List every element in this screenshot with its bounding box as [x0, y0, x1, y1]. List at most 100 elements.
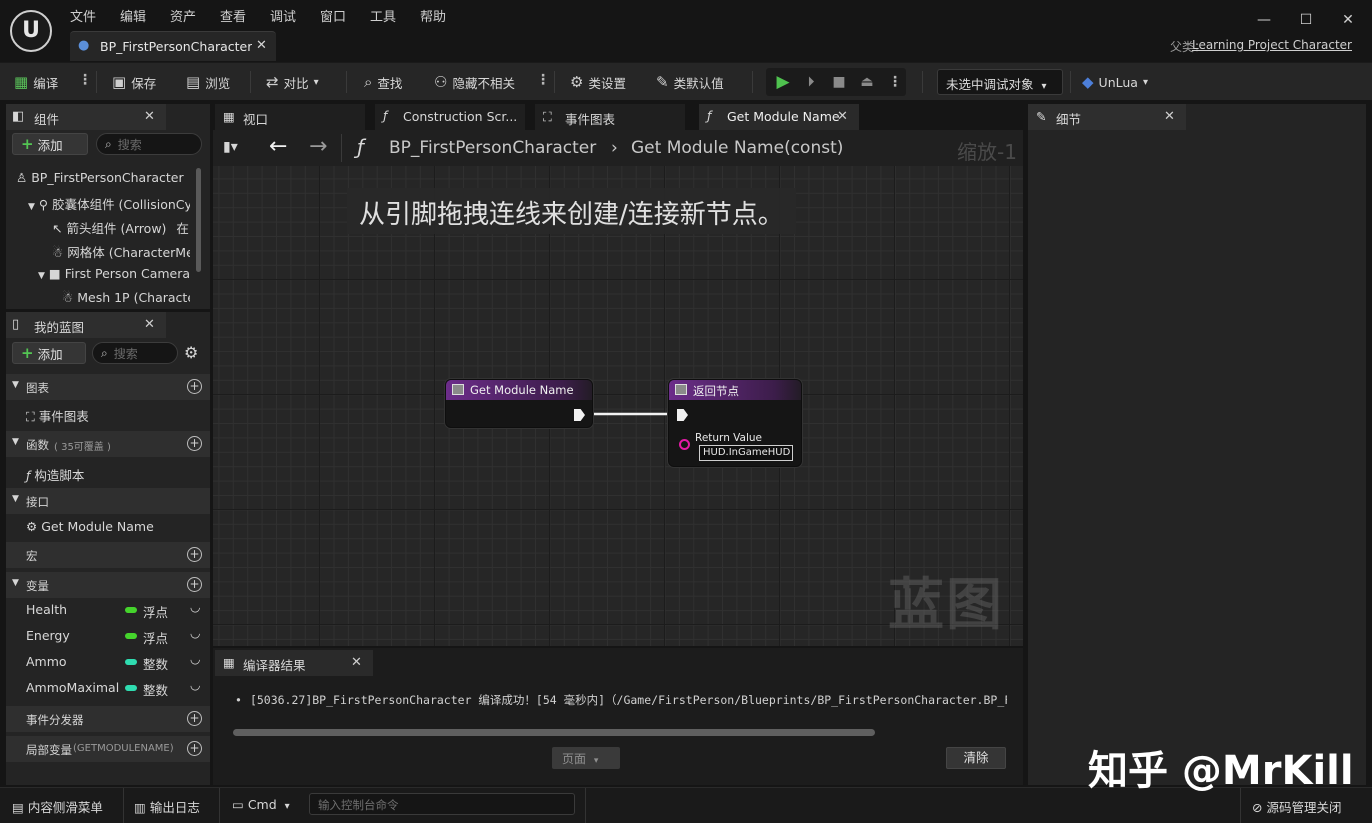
compiler-results-tab[interactable]: ▦ 编译器结果 ✕ [215, 650, 373, 676]
class-defaults-button[interactable]: ✎ 类默认值 [656, 72, 724, 92]
cmd-dropdown[interactable]: ▭ Cmd ▾ [232, 797, 290, 812]
details-tab[interactable]: ✎ 细节 ✕ [1028, 104, 1186, 130]
add-member-button[interactable]: + 添加 [12, 342, 86, 364]
document-tab[interactable]: ● BP_FirstPersonCharacter ✕ [70, 31, 276, 61]
compile-options-icon[interactable]: ⋮ [78, 72, 92, 88]
tree-item-camera[interactable]: ▼ ■ First Person Camera [38, 266, 190, 281]
variable-row[interactable]: Health 浮点 ◡ [26, 600, 206, 622]
component-search-input[interactable]: ⌕ 搜索 [96, 133, 202, 155]
section-event-dispatchers[interactable]: 事件分发器 + [6, 706, 210, 732]
gear-icon[interactable]: ⚙ [184, 343, 198, 362]
interface-item-get-module-name[interactable]: ⚙ Get Module Name [26, 519, 154, 534]
diff-button[interactable]: ⇄ 对比 ▾ [266, 72, 319, 92]
console-command-input[interactable]: 输入控制台命令 [309, 793, 575, 815]
visibility-eye-icon[interactable]: ◡ [190, 600, 200, 614]
bookmark-icon[interactable]: ▮▾ [223, 139, 238, 155]
page-dropdown[interactable]: 页面 ▾ [552, 747, 620, 769]
maximize-icon[interactable]: ☐ [1294, 8, 1318, 32]
components-tab[interactable]: ◧ 组件 ✕ [6, 104, 166, 130]
compile-button[interactable]: ▦ 编译 [14, 72, 58, 92]
close-icon[interactable]: ✕ [144, 109, 155, 124]
section-graphs[interactable]: ▼ 图表 + [6, 374, 210, 400]
menu-window[interactable]: 窗口 [320, 6, 346, 25]
unreal-logo-icon[interactable]: U [10, 10, 52, 52]
breadcrumb-blueprint[interactable]: BP_FirstPersonCharacter [389, 138, 596, 158]
menu-debug[interactable]: 调试 [270, 6, 296, 25]
tree-item-mesh1p[interactable]: ☃Mesh 1P (CharacterMesh) [62, 290, 190, 305]
section-interfaces[interactable]: ▼ 接口 [6, 488, 210, 514]
tab-construction-script[interactable]: ƒ Construction Scr... [375, 104, 525, 130]
menu-edit[interactable]: 编辑 [120, 6, 146, 25]
menu-file[interactable]: 文件 [70, 6, 96, 25]
debug-object-select[interactable]: 未选中调试对象 ▾ [937, 69, 1063, 95]
hide-unrelated-button[interactable]: ⚇ 隐藏不相关 [434, 72, 515, 92]
stop-icon[interactable]: ■ [828, 72, 850, 92]
my-blueprint-tab[interactable]: ▯ 我的蓝图 ✕ [6, 312, 166, 338]
entry-node[interactable]: Get Module Name [445, 379, 593, 428]
step-icon[interactable]: ⏵ [800, 72, 822, 92]
add-macro-icon[interactable]: + [187, 547, 202, 562]
visibility-eye-icon[interactable]: ◡ [190, 652, 200, 666]
variable-row[interactable]: AmmoMaximal 整数 ◡ [26, 678, 206, 700]
find-options-icon[interactable]: ⋮ [536, 72, 550, 88]
add-dispatcher-icon[interactable]: + [187, 711, 202, 726]
visibility-eye-icon[interactable]: ◡ [190, 626, 200, 640]
add-local-variable-icon[interactable]: + [187, 741, 202, 756]
tab-get-module-name[interactable]: ƒ Get Module Name ✕ [699, 104, 859, 130]
find-button[interactable]: ⌕ 查找 [364, 72, 402, 92]
graph-item-event-graph[interactable]: ⛶ 事件图表 [26, 406, 89, 425]
play-options-icon[interactable]: ⋮ [884, 72, 906, 92]
add-graph-icon[interactable]: + [187, 379, 202, 394]
window-close-icon[interactable]: ✕ [1336, 8, 1360, 32]
source-control-button[interactable]: ⊘ 源码管理关闭 [1252, 797, 1342, 816]
return-value-pin[interactable] [679, 439, 690, 450]
return-node[interactable]: 返回节点 Return Value HUD.InGameHUD [668, 379, 802, 467]
menu-asset[interactable]: 资产 [170, 6, 196, 25]
variable-row[interactable]: Ammo 整数 ◡ [26, 652, 206, 674]
menu-view[interactable]: 查看 [220, 6, 246, 25]
section-macros[interactable]: 宏 + [6, 542, 210, 568]
menu-tools[interactable]: 工具 [370, 6, 396, 25]
function-item-construction[interactable]: ƒ 构造脚本 [26, 465, 84, 484]
exec-output-pin[interactable] [574, 409, 585, 421]
close-icon[interactable]: ✕ [837, 109, 848, 124]
unlua-button[interactable]: ◆ UnLua ▾ [1082, 72, 1148, 92]
exec-input-pin[interactable] [677, 409, 688, 421]
tree-item-capsule[interactable]: ▼⚲胶囊体组件 (CollisionCylinder) [28, 194, 190, 213]
clear-button[interactable]: 清除 [946, 747, 1006, 769]
add-component-button[interactable]: + 添加 [12, 133, 88, 155]
tree-item-mesh[interactable]: ☃网格体 (CharacterMesh0) [52, 242, 190, 261]
add-function-icon[interactable]: + [187, 436, 202, 451]
blueprint-search-input[interactable]: ⌕ 搜索 [92, 342, 178, 364]
forward-arrow-icon[interactable]: → [309, 134, 327, 159]
browse-button[interactable]: ▤ 浏览 [186, 72, 230, 92]
output-log-button[interactable]: ▥ 输出日志 [134, 797, 200, 816]
back-arrow-icon[interactable]: ← [269, 134, 287, 159]
variable-row[interactable]: Energy 浮点 ◡ [26, 626, 206, 648]
section-local-variables[interactable]: 局部变量 (GETMODULENAME) + [6, 736, 210, 762]
play-icon[interactable]: ▶ [772, 72, 794, 92]
breadcrumb-function[interactable]: Get Module Name(const) [631, 138, 843, 158]
tree-item-root[interactable]: ♙ BP_FirstPersonCharacter [16, 170, 196, 185]
close-icon[interactable]: ✕ [256, 38, 267, 53]
tree-item-arrow[interactable]: ↖ 箭头组件 (Arrow) 在 [52, 218, 194, 237]
close-icon[interactable]: ✕ [144, 317, 155, 332]
minimize-icon[interactable]: — [1252, 8, 1276, 32]
close-icon[interactable]: ✕ [1164, 109, 1175, 124]
visibility-eye-icon[interactable]: ◡ [190, 678, 200, 692]
parent-class-link[interactable]: Learning Project Character [1192, 38, 1352, 52]
tab-viewport[interactable]: ▦ 视口 [215, 104, 365, 130]
content-drawer-button[interactable]: ▤ 内容侧滑菜单 [12, 797, 103, 816]
tab-event-graph[interactable]: ⛶ 事件图表 [535, 104, 685, 130]
save-button[interactable]: ▣ 保存 [112, 72, 156, 92]
menu-help[interactable]: 帮助 [420, 6, 446, 25]
section-functions[interactable]: ▼ 函数 ( 35可覆盖 ) + [6, 431, 210, 457]
return-value-field[interactable]: HUD.InGameHUD [699, 445, 793, 461]
class-settings-button[interactable]: ⚙ 类设置 [570, 72, 626, 92]
section-variables[interactable]: ▼ 变量 + [6, 572, 210, 598]
components-scrollbar[interactable] [196, 168, 201, 272]
compiler-horizontal-scrollbar[interactable] [233, 729, 875, 736]
eject-icon[interactable]: ⏏ [856, 72, 878, 92]
close-icon[interactable]: ✕ [351, 655, 362, 670]
add-variable-icon[interactable]: + [187, 577, 202, 592]
